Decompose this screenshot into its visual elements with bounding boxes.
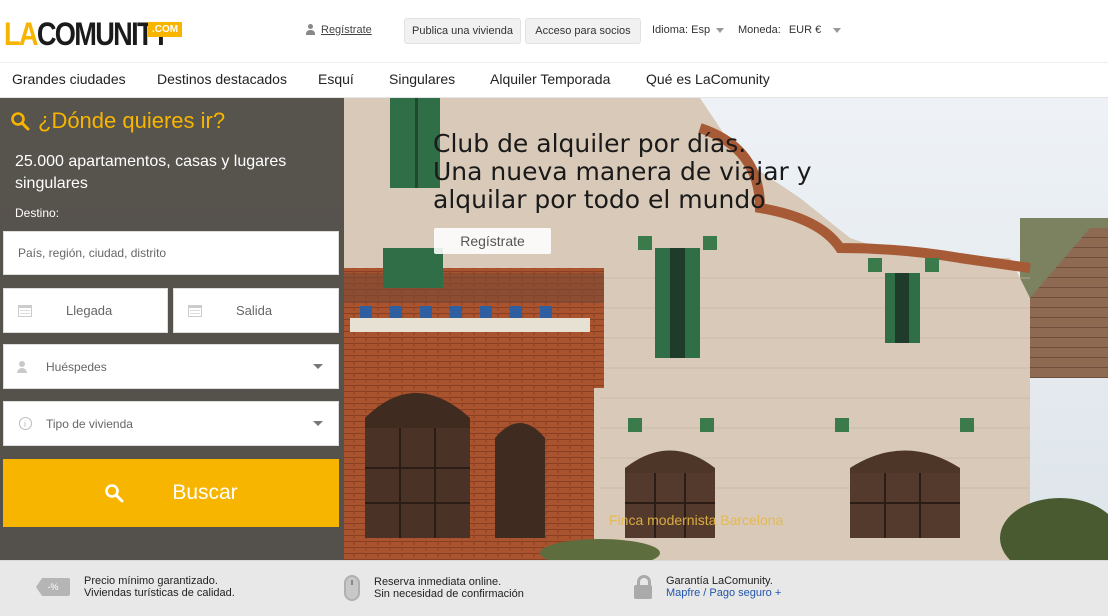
currency-select-value: EUR € — [788, 24, 822, 36]
info-icon: i — [18, 417, 32, 430]
currency-select[interactable]: Moneda: EUR € — [738, 24, 842, 36]
hero-headline-line-2: Una nueva manera de viajar y — [433, 157, 812, 186]
language-select-label: Idioma: Esp — [652, 24, 711, 36]
search-title-text: ¿Dónde quieres ir? — [38, 108, 226, 133]
chevron-down-icon — [313, 364, 323, 369]
main-nav: Grandes ciudades Destinos destacados Esq… — [0, 62, 1108, 98]
feature-price-title: Precio mínimo garantizado. — [84, 575, 218, 587]
calendar-icon — [188, 304, 202, 317]
lock-icon — [634, 575, 652, 599]
feature-booking-desc: Sin necesidad de confirmación — [374, 588, 524, 600]
property-type-label: Tipo de vivienda — [46, 416, 133, 431]
hero-headline-line-3: alquilar por todo el mundo — [433, 185, 766, 214]
destination-placeholder: País, región, ciudad, distrito — [18, 246, 167, 260]
feature-price-desc: Viviendas turísticas de calidad. — [84, 587, 235, 599]
logo-suffix: .COM — [148, 22, 183, 37]
nav-item-grandes-ciudades[interactable]: Grandes ciudades — [12, 71, 126, 87]
nav-item-destinos-destacados[interactable]: Destinos destacados — [157, 71, 287, 87]
feature-booking: Reserva inmediata online. Sin necesidad … — [344, 575, 524, 601]
chevron-down-icon — [716, 27, 725, 33]
search-subtitle: 25.000 apartamentos, casas y lugares sin… — [15, 153, 287, 192]
user-icon — [305, 24, 316, 36]
checkin-date-field[interactable]: Llegada — [3, 288, 168, 333]
checkin-label: Llegada — [66, 303, 113, 318]
logo-prefix: LA — [4, 16, 39, 52]
register-link[interactable]: Regístrate — [305, 24, 372, 36]
nav-item-alquiler-temporada[interactable]: Alquiler Temporada — [490, 71, 610, 87]
top-bar: LACOMUNITY .COM Regístrate Publica una v… — [0, 0, 1108, 62]
feature-price: -% Precio mínimo garantizado. Viviendas … — [36, 575, 235, 599]
checkout-date-field[interactable]: Salida — [173, 288, 339, 333]
hero-headline-line-1: Club de alquiler por días. — [433, 129, 747, 158]
guests-select[interactable]: Huéspedes — [3, 344, 339, 389]
feature-guarantee-title: Garantía LaComunity. — [666, 575, 773, 587]
nav-item-esqui[interactable]: Esquí — [318, 71, 354, 87]
chevron-down-icon — [833, 27, 842, 33]
currency-select-label: Moneda: — [738, 24, 781, 36]
guests-icon — [17, 360, 33, 373]
hero-headline: Club de alquiler por días. Una nueva man… — [433, 130, 813, 214]
chevron-down-icon — [313, 421, 323, 426]
feature-guarantee: Garantía LaComunity. Mapfre / Pago segur… — [634, 575, 781, 599]
feature-guarantee-link[interactable]: Mapfre / Pago seguro + — [666, 587, 781, 599]
hero-register-button[interactable]: Regístrate — [434, 228, 551, 254]
checkout-label: Salida — [236, 303, 273, 318]
calendar-icon — [18, 304, 32, 317]
destination-label: Destino: — [15, 206, 60, 220]
members-access-button[interactable]: Acceso para socios — [525, 18, 641, 44]
search-icon — [11, 112, 30, 131]
guests-label: Huéspedes — [46, 359, 107, 374]
feature-booking-title: Reserva inmediata online. — [374, 576, 502, 588]
hero-caption: Finca modernista Barcelona — [609, 512, 784, 528]
nav-item-singulares[interactable]: Singulares — [389, 71, 455, 87]
register-link-label: Regístrate — [321, 24, 372, 36]
language-select[interactable]: Idioma: Esp — [652, 24, 725, 36]
search-icon — [105, 484, 124, 503]
price-tag-icon: -% — [36, 578, 70, 596]
features-bar: -% Precio mínimo garantizado. Viviendas … — [0, 560, 1108, 616]
search-button[interactable]: Buscar — [3, 459, 339, 527]
search-button-label: Buscar — [172, 481, 238, 504]
nav-item-que-es[interactable]: Qué es LaComunity — [646, 71, 770, 87]
property-type-select[interactable]: i Tipo de vivienda — [3, 401, 339, 446]
mouse-icon — [344, 575, 360, 601]
publish-property-button[interactable]: Publica una vivienda — [404, 18, 521, 44]
search-title: ¿Dónde quieres ir? — [10, 108, 225, 134]
destination-input[interactable]: País, región, ciudad, distrito — [3, 231, 339, 275]
